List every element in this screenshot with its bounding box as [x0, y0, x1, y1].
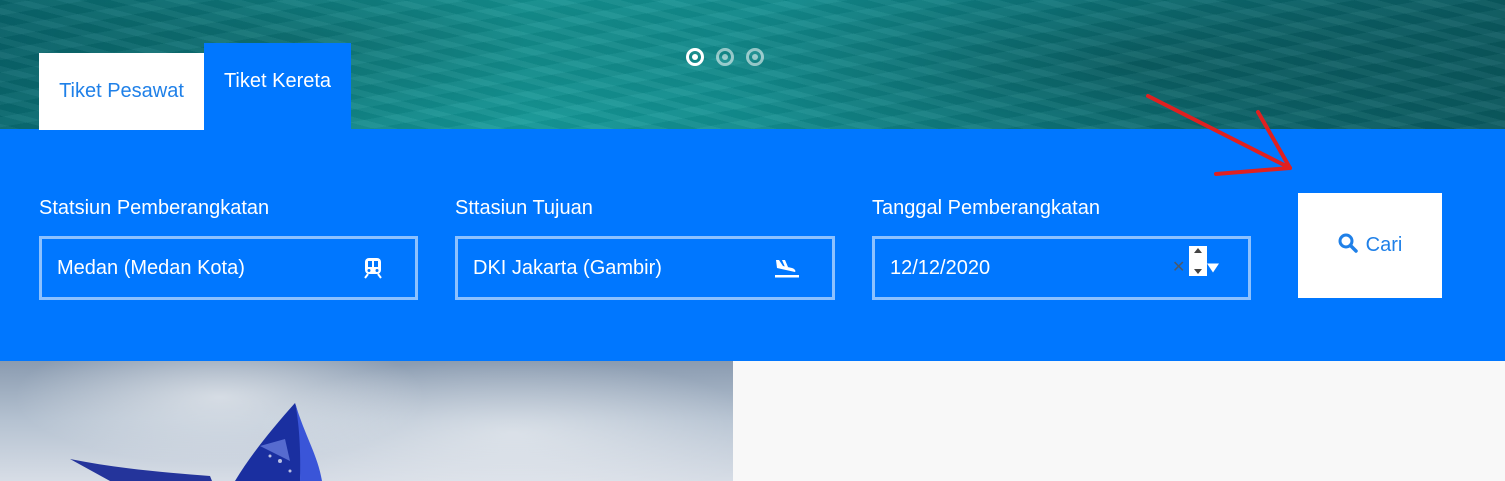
calendar-dropdown-icon[interactable]	[1207, 263, 1219, 273]
plane-landing-icon	[774, 257, 800, 279]
departure-date-value: 12/12/2020	[890, 256, 991, 279]
destination-station-value: DKI Jakarta (Gambir)	[473, 256, 662, 279]
carousel-dot-3[interactable]	[746, 48, 764, 66]
plane-tail-image	[70, 403, 322, 481]
ticket-type-tabs: Tiket Pesawat Tiket Kereta	[39, 43, 351, 130]
departure-date-label: Tanggal Pemberangkatan	[872, 197, 1100, 219]
departure-station-value: Medan (Medan Kota)	[57, 256, 245, 279]
departure-station-label: Statsiun Pemberangkatan	[39, 197, 270, 219]
carousel-indicators	[686, 48, 764, 66]
date-spinner[interactable]	[1189, 246, 1207, 276]
search-button[interactable]: Cari	[1298, 193, 1442, 298]
tab-label: Tiket Kereta	[223, 70, 332, 92]
carousel-dot-1[interactable]	[686, 48, 704, 66]
search-button-label: Cari	[1365, 234, 1403, 256]
destination-station-label: Sttasiun Tujuan	[455, 197, 593, 219]
tab-tiket-pesawat[interactable]: Tiket Pesawat	[39, 53, 204, 130]
carousel-dot-2[interactable]	[716, 48, 734, 66]
promo-image	[0, 361, 733, 481]
tab-label: Tiket Pesawat	[59, 80, 184, 102]
annotation-arrow	[1146, 94, 1292, 176]
search-icon	[1338, 233, 1358, 259]
spinner-down-icon[interactable]	[1194, 269, 1202, 274]
departure-date-field[interactable]: 12/12/2020 ✕	[872, 236, 1251, 300]
departure-station-field[interactable]: Medan (Medan Kota)	[39, 236, 418, 300]
spinner-up-icon[interactable]	[1194, 248, 1202, 253]
clear-date-icon[interactable]: ✕	[1172, 260, 1185, 276]
train-icon	[363, 257, 383, 279]
destination-station-field[interactable]: DKI Jakarta (Gambir)	[455, 236, 835, 300]
tab-tiket-kereta[interactable]: Tiket Kereta	[204, 43, 351, 130]
